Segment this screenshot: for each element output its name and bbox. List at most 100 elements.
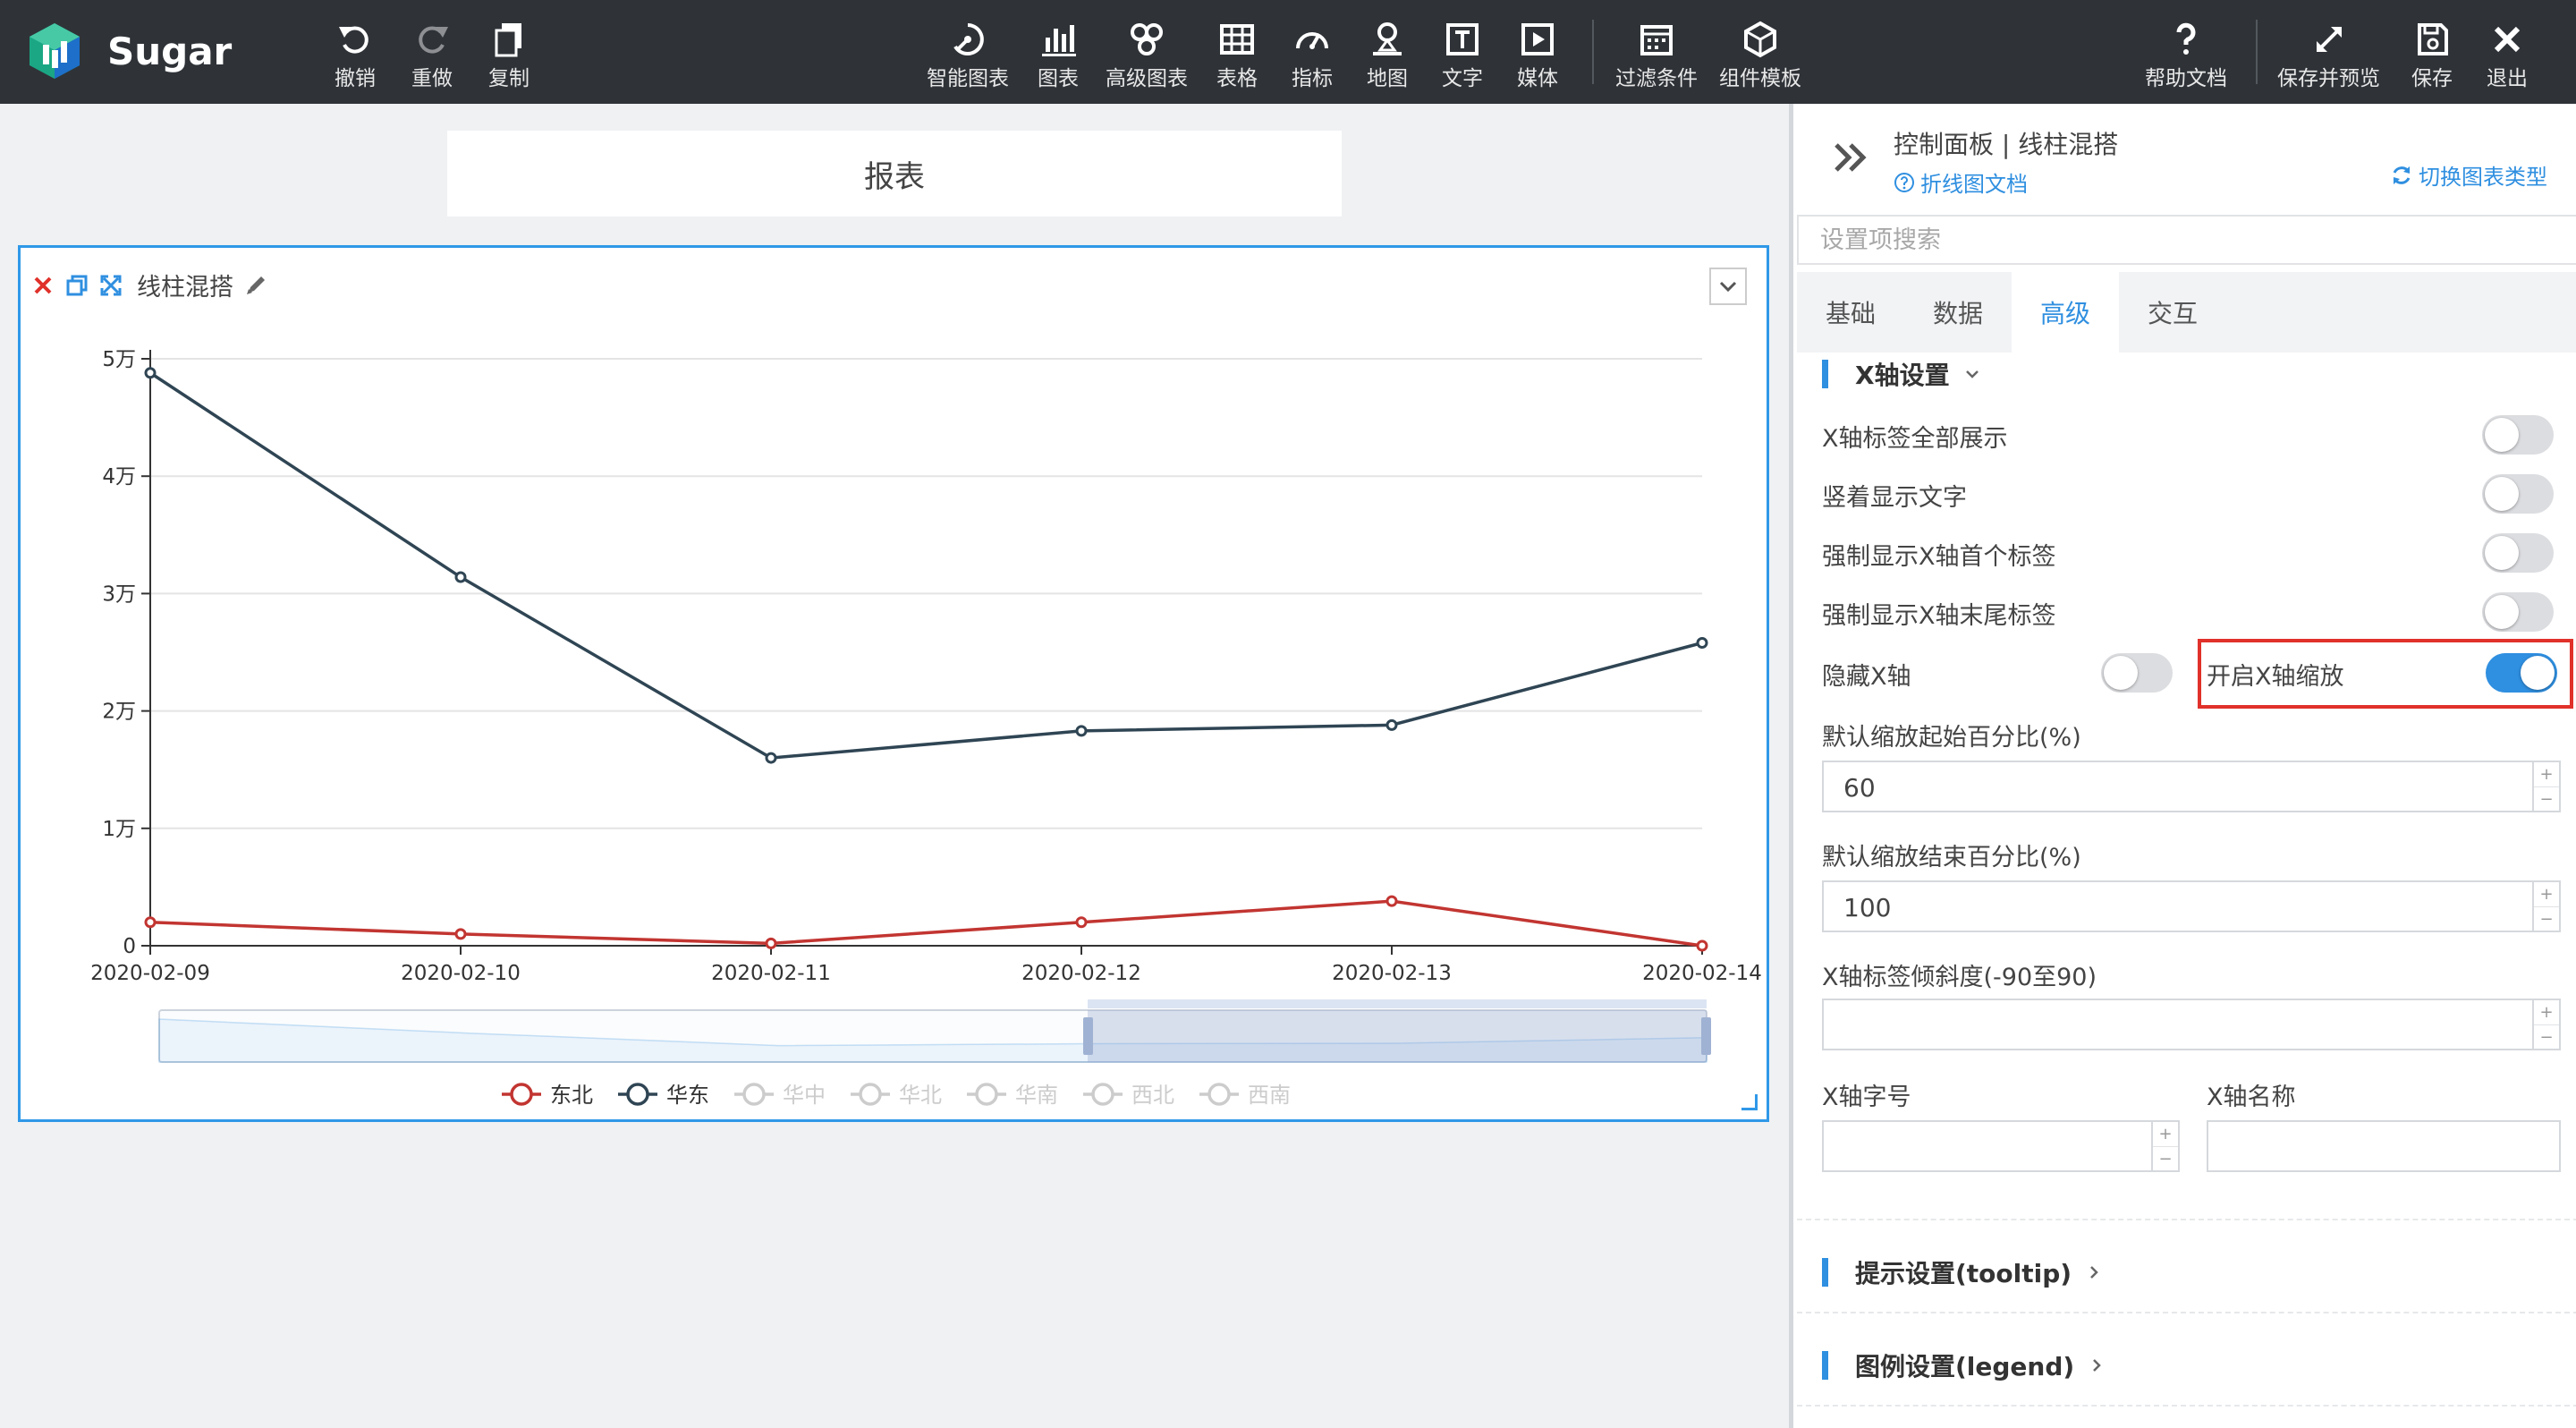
- widget-toolbar: 线柱混搭: [30, 268, 276, 302]
- advanced-chart-button[interactable]: 高级图表: [1106, 0, 1188, 104]
- smart-chart-button[interactable]: 智能图表: [927, 0, 1009, 104]
- save-preview-button[interactable]: 保存并预览: [2277, 0, 2380, 104]
- label-tilt-input[interactable]: + −: [1822, 999, 2561, 1050]
- top-toolbar: Sugar 撤销 重做 复制 智能图表 图表 高级图表 表格 指标 地图 文字: [0, 0, 2576, 104]
- option-label: 隐藏X轴: [1822, 663, 1911, 691]
- data-point: [1075, 725, 1088, 737]
- zoom-start-label: 默认缩放起始百分比(%): [1822, 724, 2081, 752]
- xaxis-name-input[interactable]: [2207, 1120, 2561, 1172]
- increment-button[interactable]: +: [2534, 1000, 2559, 1024]
- widget-title: 线柱混搭: [137, 274, 233, 302]
- duplicate-widget-button[interactable]: [64, 272, 90, 299]
- refresh-icon: [2393, 166, 2411, 184]
- increment-button[interactable]: +: [2534, 762, 2559, 786]
- exit-button[interactable]: 退出: [2487, 0, 2528, 104]
- bar-chart-icon: [1042, 25, 1076, 56]
- indicator-button[interactable]: 指标: [1292, 0, 1333, 104]
- data-point: [1075, 916, 1088, 929]
- toggle-knob: [2485, 477, 2519, 511]
- x-tick-label: 2020-02-10: [401, 962, 521, 985]
- legend-section-header[interactable]: 图例设置(legend): [1822, 1347, 2106, 1383]
- xaxis-font-size-input[interactable]: + −: [1822, 1120, 2180, 1172]
- help-doc-button[interactable]: 帮助文档: [2145, 0, 2227, 104]
- tab-data[interactable]: 数据: [1904, 272, 2012, 353]
- toolbar-separator: [1592, 20, 1594, 84]
- datazoom-top-bar: [1088, 999, 1707, 1008]
- decrement-button[interactable]: −: [2534, 1024, 2559, 1049]
- undo-button[interactable]: 撤销: [335, 0, 376, 104]
- number-stepper[interactable]: + −: [2532, 882, 2559, 931]
- option-label: 竖着显示文字: [1822, 484, 1967, 512]
- number-stepper[interactable]: + −: [2532, 762, 2559, 811]
- fullscreen-widget-button[interactable]: [97, 272, 124, 299]
- zoom-start-input[interactable]: 60 + −: [1822, 761, 2561, 812]
- vertical-text-toggle[interactable]: [2482, 474, 2554, 514]
- legend-item-华南: 华南: [1015, 1083, 1058, 1108]
- tab-advanced[interactable]: 高级: [2012, 272, 2119, 353]
- close-icon: [34, 276, 52, 293]
- expand-icon: [2316, 27, 2342, 52]
- filter-calendar-icon: [1640, 25, 1673, 55]
- settings-search-input[interactable]: [1797, 215, 2576, 265]
- map-button[interactable]: 地图: [1367, 0, 1408, 104]
- series-line-华东: [149, 371, 1703, 760]
- help-icon: [2176, 22, 2196, 55]
- edit-title-button[interactable]: [242, 272, 269, 299]
- toolbar-separator: [2256, 20, 2258, 84]
- tooltip-section-header[interactable]: 提示设置(tooltip): [1822, 1254, 2104, 1290]
- switch-chart-type-link[interactable]: 切换图表类型: [2390, 159, 2547, 191]
- hide-xaxis-toggle[interactable]: [2101, 653, 2173, 693]
- report-title[interactable]: 报表: [447, 131, 1342, 217]
- widget-menu-button[interactable]: [1709, 268, 1747, 305]
- xaxis-show-all-labels-toggle[interactable]: [2482, 415, 2554, 455]
- x-tick-label: 2020-02-13: [1332, 962, 1452, 985]
- tab-basic[interactable]: 基础: [1797, 272, 1904, 353]
- number-stepper[interactable]: + −: [2151, 1122, 2178, 1170]
- smart-chart-icon: [953, 23, 984, 55]
- collapse-panel-icon[interactable]: [1831, 138, 1870, 177]
- decrement-button[interactable]: −: [2534, 906, 2559, 931]
- zoom-end-input[interactable]: 100 + −: [1822, 880, 2561, 932]
- table-button[interactable]: 表格: [1216, 0, 1258, 104]
- tab-interaction[interactable]: 交互: [2119, 272, 2226, 353]
- text-button[interactable]: 文字: [1442, 0, 1483, 104]
- expand-icon: [100, 275, 122, 295]
- legend-item-华东: 华东: [666, 1083, 709, 1108]
- enable-xaxis-zoom-toggle[interactable]: [2486, 653, 2557, 693]
- brand-name: Sugar: [107, 30, 233, 73]
- force-last-label-toggle[interactable]: [2482, 592, 2554, 632]
- delete-widget-button[interactable]: [30, 272, 56, 299]
- component-template-button[interactable]: 组件模板: [1719, 0, 1801, 104]
- chevron-right-icon: [2093, 1359, 2101, 1372]
- legend-marker: [859, 1083, 882, 1106]
- data-point: [1696, 939, 1708, 952]
- data-point: [1696, 637, 1708, 650]
- x-tick-label: 2020-02-09: [90, 962, 210, 985]
- increment-button[interactable]: +: [2153, 1122, 2178, 1146]
- legend-marker: [1208, 1083, 1231, 1106]
- copy-button[interactable]: 复制: [488, 0, 530, 104]
- pencil-icon: [247, 276, 265, 294]
- y-tick-label: 0: [123, 935, 136, 958]
- redo-button[interactable]: 重做: [411, 0, 453, 104]
- data-point: [765, 937, 777, 949]
- decrement-button[interactable]: −: [2534, 786, 2559, 811]
- increment-button[interactable]: +: [2534, 882, 2559, 906]
- chart-button[interactable]: 图表: [1038, 0, 1079, 104]
- section-accent: [1822, 1351, 1828, 1380]
- force-first-label-toggle[interactable]: [2482, 533, 2554, 573]
- y-tick-label: 1万: [102, 818, 136, 841]
- section-accent: [1822, 360, 1828, 388]
- data-point: [1385, 895, 1398, 907]
- save-button[interactable]: 保存: [2411, 0, 2453, 104]
- media-button[interactable]: 媒体: [1517, 0, 1558, 104]
- datazoom-end-handle: [1701, 1017, 1711, 1055]
- advanced-chart-icon: [1131, 23, 1163, 55]
- line-chart-doc-link[interactable]: 折线图文档: [1894, 166, 2028, 198]
- filter-button[interactable]: 过滤条件: [1615, 0, 1698, 104]
- number-stepper[interactable]: + −: [2532, 1000, 2559, 1049]
- chart-widget[interactable]: 0 1万 2万 3万 4万 5万 2020-02-09 2020-02-10 2020-02-1…: [18, 245, 1769, 1122]
- resize-handle[interactable]: [1741, 1094, 1758, 1110]
- xaxis-section-header[interactable]: X轴设置: [1822, 356, 1982, 392]
- decrement-button[interactable]: −: [2153, 1146, 2178, 1170]
